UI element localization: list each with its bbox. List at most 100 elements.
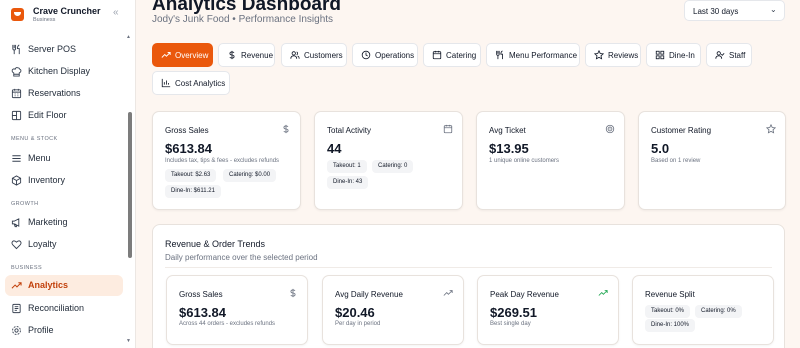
floor-plan-icon [11, 110, 22, 121]
collapse-sidebar-icon[interactable]: « [113, 8, 119, 18]
kpi-value: $613.84 [165, 141, 212, 156]
tab-label: Dine-In [669, 51, 695, 60]
sidebar-item-label: Kitchen Display [28, 66, 91, 76]
date-range-value: Last 30 days [693, 7, 739, 16]
menu-lines-icon [12, 155, 21, 162]
trend-up-icon [598, 290, 608, 296]
tab-label: Cost Analytics [175, 79, 226, 88]
star-icon [766, 124, 776, 134]
page-subtitle: Jody's Junk Food • Performance Insights [152, 14, 334, 25]
box-icon [11, 175, 22, 186]
trend-note: Best single day [490, 321, 531, 327]
sidebar-item-loyalty[interactable]: Loyalty [5, 234, 123, 255]
kpi-title: Total Activity [327, 126, 372, 135]
tab-label: Reviews [608, 51, 639, 60]
tab-label: Staff [729, 51, 746, 60]
ledger-icon [12, 303, 21, 314]
trend-up-icon [161, 52, 171, 58]
tab-cost-analytics[interactable]: Cost Analytics [152, 71, 230, 95]
sidebar-item-label: Menu [28, 153, 51, 163]
sidebar-item-label: Inventory [28, 175, 66, 185]
target-icon [605, 124, 615, 134]
trend-title: Peak Day Revenue [490, 290, 559, 299]
kpi-title: Gross Sales [165, 126, 209, 135]
revenue-order-trends-section: Revenue & Order Trends Daily performance… [152, 224, 785, 348]
sidebar-item-reconciliation[interactable]: Reconciliation [5, 298, 123, 319]
trend-card-peak-day-revenue: Peak Day Revenue $269.51 Best single day [477, 275, 619, 345]
sidebar-item-label: Reservations [28, 88, 81, 98]
sidebar-item-kitchen-display[interactable]: Kitchen Display [5, 61, 123, 82]
user-check-icon [715, 51, 725, 59]
tab-customers[interactable]: Customers [281, 43, 347, 67]
split-pill: Catering: 0% [695, 305, 742, 318]
bar-chart-icon [161, 78, 171, 88]
calendar-icon [11, 88, 22, 99]
tab-reviews[interactable]: Reviews [585, 43, 641, 67]
sidebar-section-menu-stock: MENU & STOCK [11, 136, 58, 142]
breakdown-pill: Catering: 0 [372, 160, 414, 173]
sidebar-item-reservations[interactable]: Reservations [5, 83, 123, 104]
sidebar-item-label: Analytics [28, 280, 69, 290]
sidebar-item-label: Server POS [28, 44, 77, 54]
trend-value: $20.46 [335, 305, 375, 320]
tab-menu-performance[interactable]: Menu Performance [486, 43, 580, 67]
tab-overview[interactable]: Overview [152, 43, 213, 67]
breakdown-pill: Catering: $0.00 [223, 169, 277, 182]
kpi-card-total-activity: Total Activity 44 Takeout: 1 Catering: 0… [314, 111, 463, 210]
trend-title: Revenue Split [645, 290, 695, 299]
brand-plan: Business [33, 17, 56, 23]
sidebar-section-growth: GROWTH [11, 201, 39, 207]
section-subtitle: Daily performance over the selected peri… [165, 253, 318, 262]
kpi-note: Includes tax, tips & fees - excludes ref… [165, 158, 280, 164]
scroll-up-arrow-icon[interactable]: ▲ [126, 34, 131, 40]
kpi-value: $13.95 [489, 141, 529, 156]
sidebar-item-edit-floor[interactable]: Edit Floor [5, 105, 123, 126]
brand-logo [11, 8, 24, 21]
sidebar-item-profile[interactable]: Profile [5, 320, 123, 341]
sidebar-item-server-pos[interactable]: Server POS [5, 39, 123, 60]
trend-value: $269.51 [490, 305, 537, 320]
fork-knife-icon [12, 44, 20, 55]
tab-label: Overview [175, 51, 209, 60]
trend-value: $613.84 [179, 305, 226, 320]
brand: Crave Cruncher Business « [0, 0, 136, 31]
sidebar-item-analytics[interactable]: Analytics [5, 275, 123, 296]
trend-title: Avg Daily Revenue [335, 290, 403, 299]
brand-name: Crave Cruncher [33, 6, 101, 16]
sidebar-scrollbar-thumb[interactable] [128, 112, 132, 258]
chef-hat-icon [11, 67, 22, 77]
divider [165, 267, 772, 268]
date-range-select[interactable]: Last 30 days ⌄ [684, 0, 785, 21]
tab-revenue[interactable]: Revenue [218, 43, 275, 67]
tab-dine-in[interactable]: Dine-In [646, 43, 701, 67]
sidebar-item-menu[interactable]: Menu [5, 148, 123, 169]
sidebar-item-marketing[interactable]: Marketing [5, 212, 123, 233]
tab-catering[interactable]: Catering [423, 43, 481, 67]
tab-label: Catering [446, 51, 477, 60]
heart-icon [11, 240, 22, 250]
sidebar-item-label: Marketing [28, 217, 68, 227]
sidebar-item-label: Reconciliation [28, 303, 85, 313]
scroll-down-arrow-icon[interactable]: ▼ [126, 338, 131, 344]
dollar-icon [283, 124, 289, 134]
tab-staff[interactable]: Staff [706, 43, 752, 67]
sidebar-item-label: Profile [28, 325, 54, 335]
sidebar-item-label: Edit Floor [28, 110, 67, 120]
kpi-title: Avg Ticket [489, 126, 526, 135]
star-icon [594, 50, 604, 60]
sidebar-item-inventory[interactable]: Inventory [5, 170, 123, 191]
split-pill: Dine-In: 100% [645, 319, 696, 332]
kpi-card-customer-rating: Customer Rating 5.0 Based on 1 review [638, 111, 786, 210]
trend-up-icon [11, 282, 22, 289]
sidebar: Crave Cruncher Business « ▲ ▼ Server POS… [0, 0, 136, 348]
section-title: Revenue & Order Trends [165, 239, 266, 249]
megaphone-icon [11, 218, 20, 228]
grid-icon [655, 50, 665, 60]
tab-operations[interactable]: Operations [352, 43, 418, 67]
trend-title: Gross Sales [179, 290, 223, 299]
kpi-value: 44 [327, 141, 342, 156]
trend-card-revenue-split: Revenue Split Takeout: 0% Catering: 0% D… [632, 275, 774, 345]
dollar-icon [290, 288, 296, 298]
utensils-icon [496, 50, 503, 60]
calendar-icon [443, 124, 453, 134]
